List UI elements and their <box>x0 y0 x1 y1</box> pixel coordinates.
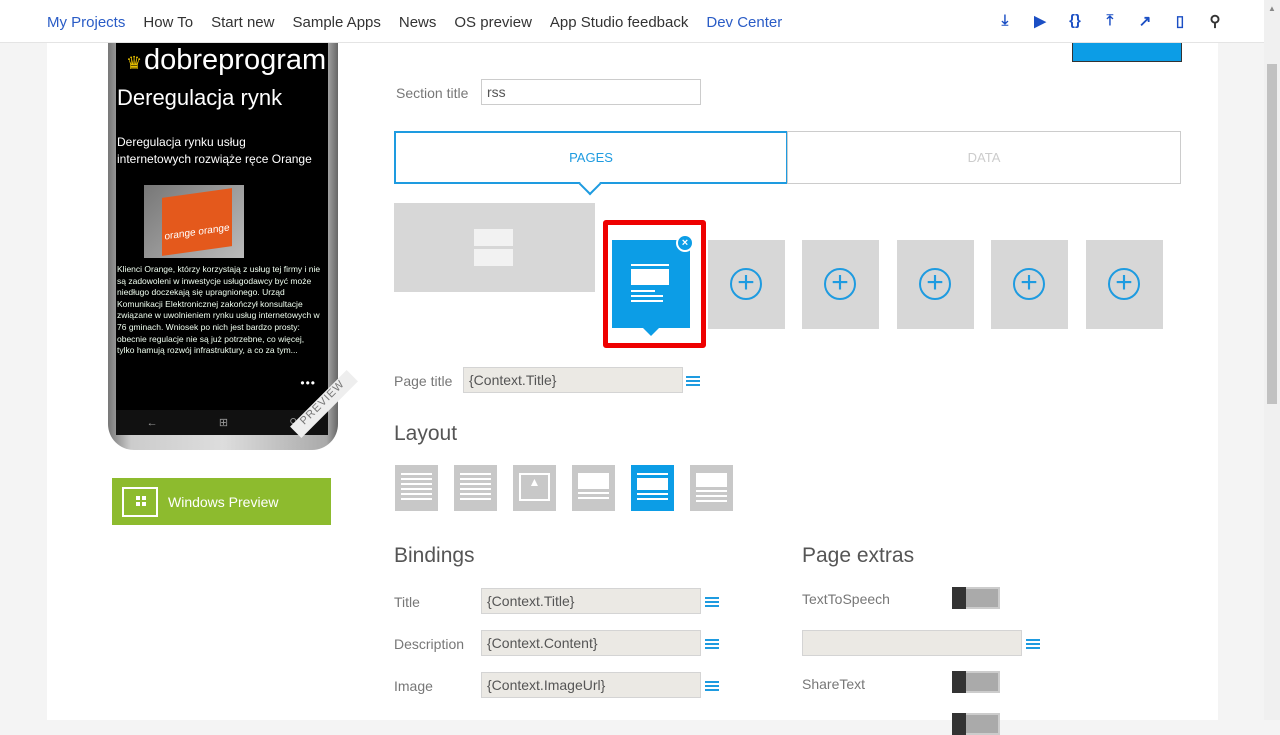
add-page-button[interactable]: + <box>802 240 879 329</box>
article-body: Klienci Orange, którzy korzystają z usłu… <box>117 264 321 356</box>
plus-icon: + <box>919 268 951 300</box>
tts-toggle[interactable] <box>952 587 1000 609</box>
share-text-toggle[interactable] <box>952 671 1000 693</box>
add-page-button[interactable]: + <box>991 240 1068 329</box>
remove-page-icon[interactable]: × <box>676 234 694 252</box>
chart-icon[interactable]: ↗ <box>1136 12 1154 30</box>
binding-label-title: Title <box>394 594 420 610</box>
plus-icon: + <box>1108 268 1140 300</box>
download-icon[interactable]: ⤓ <box>996 12 1014 30</box>
article-image: orange orange <box>144 185 244 258</box>
article-headline: Deregulacja rynku usług internetowych ro… <box>117 135 312 166</box>
bindings-heading: Bindings <box>394 544 475 567</box>
page-tile-detail[interactable] <box>612 240 690 336</box>
plus-icon: + <box>730 268 762 300</box>
binding-image-input[interactable]: {Context.ImageUrl} <box>481 672 701 698</box>
windows-icon <box>122 486 158 517</box>
nav-how-to[interactable]: How To <box>143 14 193 31</box>
nav-os-preview[interactable]: OS preview <box>454 14 532 31</box>
page-extras-heading: Page extras <box>802 544 915 567</box>
binding-description-input[interactable]: {Context.Content} <box>481 630 701 656</box>
plus-icon: + <box>824 268 856 300</box>
share-text-label: ShareText <box>802 676 866 692</box>
add-page-button[interactable]: + <box>1086 240 1163 329</box>
nav-sample-apps[interactable]: Sample Apps <box>292 14 380 31</box>
nav-start-new[interactable]: Start new <box>211 14 274 31</box>
tab-pages[interactable]: PAGES <box>394 131 788 196</box>
scrollbar[interactable]: ▲ <box>1264 0 1280 720</box>
plus-icon: + <box>1013 268 1045 300</box>
phone-preview: ♛dobreprogram Deregulacja rynk Deregulac… <box>88 40 358 460</box>
layout-option-title-image-text[interactable] <box>631 465 674 511</box>
page-title-input[interactable]: {Context.Title} <box>463 367 683 393</box>
layout-heading: Layout <box>394 422 458 445</box>
binding-menu-icon[interactable] <box>705 639 719 649</box>
binding-label-image: Image <box>394 678 433 694</box>
layout-option-image-text-alt[interactable] <box>690 465 733 511</box>
phone-screen: ♛dobreprogram Deregulacja rynk Deregulac… <box>116 40 328 410</box>
windows-preview-button[interactable]: Windows Preview <box>112 478 331 525</box>
section-title-input[interactable]: rss <box>481 79 701 105</box>
more-icon: ••• <box>300 376 316 390</box>
nav-my-projects[interactable]: My Projects <box>47 14 125 31</box>
binding-menu-icon[interactable] <box>705 597 719 607</box>
nav-feedback[interactable]: App Studio feedback <box>550 14 688 31</box>
phone-icon[interactable]: ▯ <box>1171 12 1189 30</box>
code-braces-icon[interactable]: {} <box>1066 12 1084 30</box>
binding-menu-icon[interactable] <box>1026 639 1040 649</box>
extra-toggle[interactable] <box>952 713 1000 735</box>
binding-menu-icon[interactable] <box>705 681 719 691</box>
scroll-up-icon[interactable]: ▲ <box>1268 4 1276 13</box>
binding-menu-icon[interactable] <box>686 376 700 386</box>
page-title-label: Page title <box>394 373 453 389</box>
tab-data[interactable]: DATA <box>787 131 1181 184</box>
tts-label: TextToSpeech <box>802 591 890 607</box>
play-icon[interactable]: ▶ <box>1031 12 1049 30</box>
publish-icon[interactable]: ⤒ <box>1101 12 1119 30</box>
nav-news[interactable]: News <box>399 14 437 31</box>
layout-option-text-short[interactable] <box>454 465 497 511</box>
action-button[interactable] <box>1072 43 1182 62</box>
layout-option-image[interactable]: ▲ <box>513 465 556 511</box>
windows-icon: ⊞ <box>218 417 229 429</box>
layout-option-text[interactable] <box>395 465 438 511</box>
phone-page-title: Deregulacja rynk <box>117 85 283 110</box>
binding-title-input[interactable]: {Context.Title} <box>481 588 701 614</box>
back-icon: ← <box>146 416 158 429</box>
top-nav: My Projects How To Start new Sample Apps… <box>0 0 1264 43</box>
search-icon[interactable]: ⚲ <box>1206 12 1224 30</box>
add-page-button[interactable]: + <box>897 240 974 329</box>
app-logo-icon: ♛ <box>126 53 143 73</box>
app-name: dobreprogram <box>144 44 327 76</box>
nav-dev-center[interactable]: Dev Center <box>706 14 782 31</box>
page-tile-list[interactable] <box>394 203 595 292</box>
tts-input[interactable] <box>802 630 1022 656</box>
section-title-label: Section title <box>396 85 469 101</box>
layout-option-image-text[interactable] <box>572 465 615 511</box>
binding-label-description: Description <box>394 636 465 652</box>
add-page-button[interactable]: + <box>708 240 785 329</box>
scrollbar-thumb[interactable] <box>1267 64 1277 404</box>
